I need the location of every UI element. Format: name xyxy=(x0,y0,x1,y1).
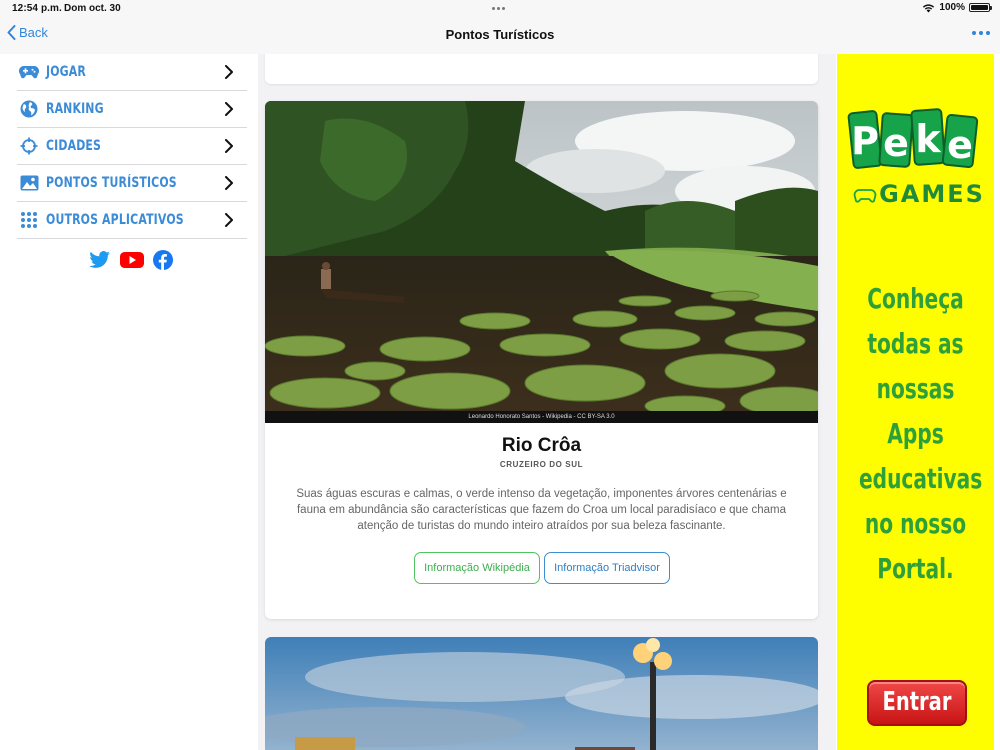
card-title: Rio Crôa xyxy=(501,435,582,456)
multitask-dots-icon[interactable] xyxy=(492,7,508,11)
ad-message: Conheça todas as nossas Apps educativas … xyxy=(858,282,983,585)
svg-text:e: e xyxy=(883,121,909,165)
sidebar-item-ranking[interactable]: RANKING xyxy=(17,91,247,128)
content-scroll-area[interactable]: Leonardo Honorato Santos - Wikipedia - C… xyxy=(258,54,836,750)
app-screen: 12:54 p.m. Dom oct. 30 100% Back Pontos … xyxy=(0,0,1000,750)
tourist-spot-card: Leonardo Honorato Santos - Wikipedia - C… xyxy=(265,101,818,619)
sidebar-item-cidades[interactable]: CIDADES xyxy=(17,128,247,165)
status-time: 12:54 p.m. xyxy=(12,3,62,14)
previous-card xyxy=(265,54,818,84)
page-title: Pontos Turísticos xyxy=(445,27,555,42)
sidebar: JOGAR RANKING CIDADES PONTOS TURÍSTICOS … xyxy=(0,54,258,750)
ad-panel: P e k e GAMES Conheça todas as nossas Ap… xyxy=(837,54,994,750)
next-card-photo xyxy=(265,637,818,750)
sidebar-item-label: CIDADES xyxy=(46,138,102,154)
chevron-right-icon xyxy=(225,213,233,227)
apps-grid-icon xyxy=(19,210,39,230)
status-indicators: 100% xyxy=(922,2,992,13)
tripadvisor-info-button[interactable]: Informação Triadvisor xyxy=(544,552,670,584)
svg-text:GAMES: GAMES xyxy=(879,180,985,208)
sidebar-item-label: JOGAR xyxy=(46,64,86,80)
sidebar-item-label: RANKING xyxy=(46,101,104,117)
chevron-right-icon xyxy=(225,176,233,190)
rio-croa-photo xyxy=(265,101,818,423)
battery-icon xyxy=(969,3,992,12)
gamepad-icon xyxy=(19,62,39,82)
sidebar-item-outros-aplicativos[interactable]: OUTROS APLICATIVOS xyxy=(17,202,247,239)
peke-games-logo: P e k e GAMES xyxy=(847,108,985,208)
youtube-icon[interactable] xyxy=(120,251,144,274)
sidebar-item-pontos-turisticos[interactable]: PONTOS TURÍSTICOS xyxy=(17,165,247,202)
next-card xyxy=(265,637,818,750)
chevron-right-icon xyxy=(225,65,233,79)
svg-text:k: k xyxy=(915,117,941,161)
status-date: Dom oct. 30 xyxy=(64,3,121,14)
social-links xyxy=(89,250,173,275)
navigation-bar: Back Pontos Turísticos xyxy=(0,18,1000,54)
ad-banner[interactable]: P e k e GAMES Conheça todas as nossas Ap… xyxy=(836,54,1000,750)
sidebar-menu: JOGAR RANKING CIDADES PONTOS TURÍSTICOS … xyxy=(17,54,247,239)
wifi-icon xyxy=(923,3,935,12)
more-options-button[interactable] xyxy=(972,31,990,35)
chevron-right-icon xyxy=(225,102,233,116)
sidebar-item-jogar[interactable]: JOGAR xyxy=(17,54,247,91)
crosshair-icon xyxy=(19,136,39,156)
ad-enter-button[interactable]: Entrar xyxy=(867,680,967,726)
wikipedia-info-button[interactable]: Informação Wikipédia xyxy=(414,552,540,584)
globe-icon xyxy=(19,99,39,119)
battery-percent: 100% xyxy=(939,2,965,13)
ad-enter-label: Entrar xyxy=(882,687,952,717)
sidebar-item-label: OUTROS APLICATIVOS xyxy=(46,212,184,228)
logo-brand-top: P xyxy=(851,119,879,163)
chevron-right-icon xyxy=(225,139,233,153)
card-description: Suas águas escuras e calmas, o verde int… xyxy=(296,488,787,532)
twitter-icon[interactable] xyxy=(89,251,111,274)
image-icon xyxy=(19,173,39,193)
photo-credit: Leonardo Honorato Santos - Wikipedia - C… xyxy=(265,411,818,423)
sidebar-item-label: PONTOS TURÍSTICOS xyxy=(46,175,177,191)
status-bar: 12:54 p.m. Dom oct. 30 100% xyxy=(0,0,1000,18)
svg-text:e: e xyxy=(947,123,973,167)
card-subtitle: CRUZEIRO DO SUL xyxy=(499,460,584,469)
facebook-icon[interactable] xyxy=(153,250,173,275)
